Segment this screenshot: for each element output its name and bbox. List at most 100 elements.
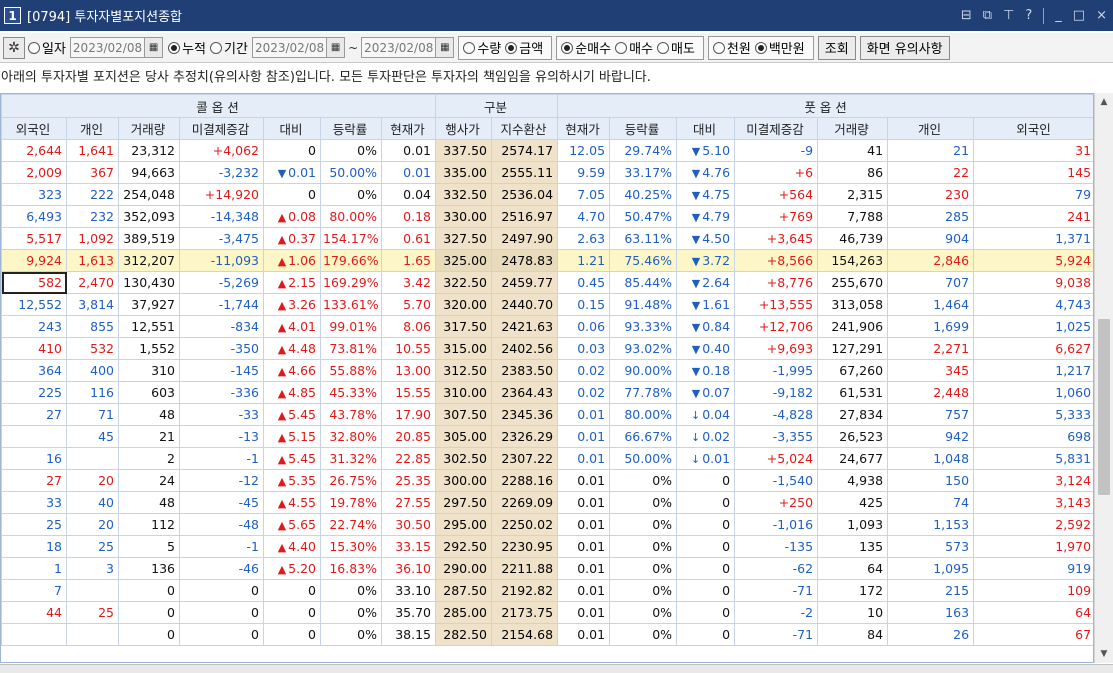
- date-from-input[interactable]: 2023/02/08 ▦: [251, 37, 346, 58]
- call-foreign-cell: [1, 425, 67, 448]
- call-volume-cell-value: 21: [159, 429, 175, 444]
- date-to-input[interactable]: 2023/02/08 ▦: [361, 37, 455, 58]
- index-equivalent-cell-value: 2478.83: [501, 253, 554, 268]
- up-triangle-icon: ▲: [277, 387, 287, 400]
- radio-period[interactable]: 기간: [210, 38, 248, 57]
- scroll-down-icon[interactable]: ▼: [1095, 645, 1113, 663]
- call-volume-cell-value: 0: [167, 605, 175, 620]
- table-row[interactable]: 410 532 1,552 -350 ▲ 4.48 73.81% 10.55 315.00 240…: [1, 337, 1093, 360]
- table-row[interactable]: 44 25 0 0 0 0% 35.70 285.00 2173.75 0.01 0% 0 -2 10 16…: [1, 601, 1093, 624]
- call-foreign-cell-value: 323: [38, 187, 62, 202]
- close-icon[interactable]: ×: [1096, 8, 1107, 23]
- radio-quantity[interactable]: 수량: [463, 38, 501, 57]
- put-price-cell: 0.15: [557, 293, 611, 316]
- radio-million-won[interactable]: 백만원: [754, 38, 805, 57]
- radio-buy[interactable]: 매수: [615, 38, 653, 57]
- table-row[interactable]: 9,924 1,613 312,207 -11,093 ▲ 1.06 179.66% 1.65…: [1, 249, 1093, 272]
- call-foreign-cell: 2,644: [1, 139, 67, 162]
- call-foreign-cell-value: 582: [38, 275, 62, 290]
- table-row[interactable]: 45 21 -13 ▲ 5.15 32.80% 20.85 305.00 2326.29 0.01…: [1, 425, 1093, 448]
- put-volume-cell-value: 313,058: [831, 297, 884, 312]
- table-row[interactable]: 5,517 1,092 389,519 -3,475 ▲ 0.37 154.17% 0.61 3…: [1, 227, 1093, 250]
- radio-daily[interactable]: 일자: [28, 38, 66, 57]
- radio-amount[interactable]: 금액: [505, 38, 543, 57]
- radio-thousand-won[interactable]: 천원: [712, 38, 751, 57]
- pin-icon[interactable]: ⊤: [1003, 8, 1014, 23]
- screen-notice-button[interactable]: 화면 유의사항: [859, 35, 950, 60]
- table-row[interactable]: 243 855 12,551 -834 ▲ 4.01 99.01% 8.06 317.50 242…: [1, 315, 1093, 338]
- table-row[interactable]: 2,009 367 94,663 -3,232 ▼ 0.01 50.00% 0.01 335.0…: [1, 161, 1093, 184]
- query-button[interactable]: 조회: [817, 35, 856, 60]
- copy-icon[interactable]: ⧉: [983, 8, 992, 23]
- table-row[interactable]: 27 71 48 -33 ▲ 5.45 43.78% 17.90 307.50 2345.36 0.…: [1, 403, 1093, 426]
- call-individual-cell-value: 3: [106, 561, 114, 576]
- table-row[interactable]: 6,493 232 352,093 -14,348 ▲ 0.08 80.00% 0.18 330…: [1, 205, 1093, 228]
- table-row[interactable]: 323 222 254,048 +14,920 0 0% 0.04 332.50 2536.04…: [1, 183, 1093, 206]
- calendar-icon[interactable]: ▦: [435, 38, 454, 57]
- minimize-icon[interactable]: _: [1055, 8, 1062, 23]
- layout-icon[interactable]: ⊟: [961, 8, 972, 23]
- put-change-cell: ▼ 4.79: [676, 205, 736, 228]
- settings-gear-button[interactable]: ✲: [3, 36, 25, 59]
- call-price-cell-value: 35.70: [395, 605, 432, 620]
- put-foreign-cell: 67: [973, 623, 1093, 646]
- radio-sell[interactable]: 매도: [657, 38, 695, 57]
- help-icon[interactable]: ?: [1025, 8, 1032, 23]
- table-row[interactable]: 16 2 -1 ▲ 5.45 31.32% 22.85 302.50 2307.22 0.01 50…: [1, 447, 1093, 470]
- call-volume-cell: 136: [118, 557, 180, 580]
- table-row[interactable]: 7 0 0 0 0% 33.10 287.50 2192.82 0.01 0% 0 -71 172 215…: [1, 579, 1093, 602]
- call-volume-cell: 254,048: [118, 183, 180, 206]
- strike-cell-value: 302.50: [443, 451, 488, 466]
- put-price-cell-value: 0.01: [577, 517, 606, 532]
- strike-cell-value: 330.00: [443, 209, 488, 224]
- table-row[interactable]: 364 400 310 -145 ▲ 4.66 55.88% 13.00 312.50 2383.…: [1, 359, 1093, 382]
- put-change-cell-value: 0: [722, 605, 731, 620]
- table-row[interactable]: 2,644 1,641 23,312 +4,062 0 0% 0.01 337.50 2574.…: [1, 139, 1093, 162]
- radio-net-buy[interactable]: 순매수: [561, 38, 611, 57]
- radio-cumulative[interactable]: 누적: [168, 38, 206, 57]
- put-oi-change-cell: -3,355: [734, 425, 819, 448]
- call-individual-cell: 1,092: [66, 227, 119, 250]
- vertical-scrollbar[interactable]: ▲ ▼: [1094, 93, 1113, 663]
- table-row[interactable]: 1 3 136 -46 ▲ 5.20 16.83% 36.10 290.00 2211.88 0.0…: [1, 557, 1093, 580]
- calendar-icon[interactable]: ▦: [144, 38, 163, 57]
- call-price-cell-value: 27.55: [395, 495, 432, 510]
- call-price-cell-value: 20.85: [395, 429, 432, 444]
- call-oi-change-cell: -336: [179, 381, 264, 404]
- put-foreign-cell: 64: [973, 601, 1093, 624]
- call-change-cell: ▲ 1.06: [263, 249, 321, 272]
- table-row[interactable]: 225 116 603 -336 ▲ 4.85 45.33% 15.55 310.00 2364.…: [1, 381, 1093, 404]
- table-row[interactable]: 25 20 112 -48 ▲ 5.65 22.74% 30.50 295.00 2250.02 0…: [1, 513, 1093, 536]
- call-oi-change-cell-value: -45: [238, 495, 259, 510]
- table-row[interactable]: 18 25 5 -1 ▲ 4.40 15.30% 33.15 292.50 2230.95 0.01…: [1, 535, 1093, 558]
- index-equivalent-cell: 2402.56: [491, 337, 559, 360]
- table-row[interactable]: 582 2,470 130,430 -5,269 ▲ 2.15 169.29% 3.42 322…: [1, 271, 1093, 294]
- call-rate-cell-value: 26.75%: [329, 473, 377, 488]
- table-row[interactable]: 12,552 3,814 37,927 -1,744 ▲ 3.26 133.61% 5.70 3…: [1, 293, 1093, 316]
- put-change-cell-value: 0: [722, 539, 731, 554]
- scroll-thumb[interactable]: [1098, 319, 1110, 495]
- call-price-cell: 0.04: [380, 183, 437, 206]
- date-single-input[interactable]: 2023/02/08 ▦: [69, 37, 164, 58]
- put-price-cell-value: 0.01: [577, 539, 606, 554]
- index-equivalent-cell-value: 2288.16: [501, 473, 554, 488]
- position-grid[interactable]: 콜 옵 션 구분 풋 옵 션 외국인 개인 거래량 미결제증감 대비 등락률 현재가 행사가 지…: [0, 93, 1094, 663]
- table-row[interactable]: 27 20 24 -12 ▲ 5.35 26.75% 25.35 300.00 2288.16 0.…: [1, 469, 1093, 492]
- put-individual-cell: 22: [887, 161, 975, 184]
- strike-cell: 302.50: [435, 447, 493, 470]
- call-foreign-cell-value: 27: [46, 407, 62, 422]
- put-foreign-cell: 9,038: [973, 271, 1093, 294]
- call-oi-change-cell-value: -3,232: [218, 165, 259, 180]
- call-change-cell-value: 5.35: [288, 473, 316, 488]
- table-row[interactable]: 0 0 0 0% 38.15 282.50 2154.68 0.01 0% 0 -71 84 26 67: [1, 623, 1093, 646]
- column-header: 대비: [676, 117, 736, 140]
- put-rate-cell-value: 50.47%: [624, 209, 673, 224]
- put-change-cell: ▼ 0.07: [676, 381, 736, 404]
- calendar-icon[interactable]: ▦: [326, 38, 345, 57]
- call-volume-cell-value: 254,048: [123, 187, 175, 202]
- scroll-up-icon[interactable]: ▲: [1095, 93, 1113, 111]
- table-row[interactable]: 33 40 48 -45 ▲ 4.55 19.78% 27.55 297.50 2269.09 0.…: [1, 491, 1093, 514]
- maximize-icon[interactable]: □: [1073, 8, 1085, 23]
- up-triangle-icon: ▲: [277, 321, 287, 334]
- call-individual-cell-value: 367: [90, 165, 114, 180]
